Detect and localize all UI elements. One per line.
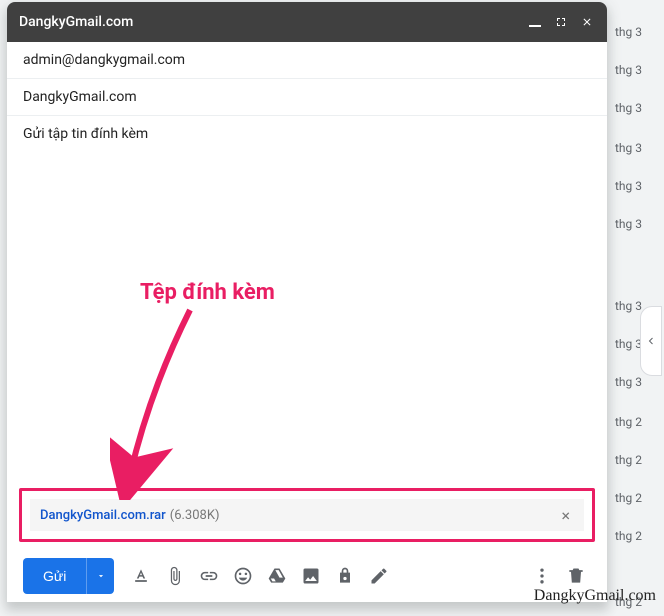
attachment-chip[interactable]: DangkyGmail.com.rar (6.308K) × xyxy=(30,499,584,531)
minimize-icon[interactable] xyxy=(527,14,543,30)
pen-icon[interactable] xyxy=(364,561,394,591)
send-options-button[interactable] xyxy=(86,558,114,594)
formatting-icon[interactable] xyxy=(126,561,156,591)
close-icon[interactable] xyxy=(579,14,595,30)
body-text: Gửi tập tin đính kèm xyxy=(23,126,148,142)
image-icon[interactable] xyxy=(296,561,326,591)
compose-header: DangkyGmail.com xyxy=(7,2,607,42)
subject-field[interactable]: DangkyGmail.com xyxy=(7,79,607,116)
remove-attachment-icon[interactable]: × xyxy=(557,506,574,525)
send-button[interactable]: Gửi xyxy=(23,558,86,594)
annotation-label: Tệp đính kèm xyxy=(140,280,275,305)
watermark: DangkyGmail.com xyxy=(534,587,656,605)
emoji-icon[interactable] xyxy=(228,561,258,591)
attachment-name: DangkyGmail.com.rar xyxy=(40,508,166,523)
message-body[interactable]: Gửi tập tin đính kèm xyxy=(7,116,607,488)
attachment-size: (6.308K) xyxy=(170,508,220,523)
attachment-highlight: DangkyGmail.com.rar (6.308K) × xyxy=(19,488,595,542)
compose-title: DangkyGmail.com xyxy=(19,14,527,30)
attach-icon[interactable] xyxy=(160,561,190,591)
compose-toolbar: Gửi xyxy=(7,550,607,602)
drive-icon[interactable] xyxy=(262,561,292,591)
fullscreen-icon[interactable] xyxy=(553,14,569,30)
link-icon[interactable] xyxy=(194,561,224,591)
confidential-icon[interactable] xyxy=(330,561,360,591)
side-panel-caret[interactable] xyxy=(640,306,662,376)
to-field[interactable]: admin@dangkygmail.com xyxy=(7,42,607,79)
compose-window: DangkyGmail.com admin@dangkygmail.com Da… xyxy=(7,2,607,602)
